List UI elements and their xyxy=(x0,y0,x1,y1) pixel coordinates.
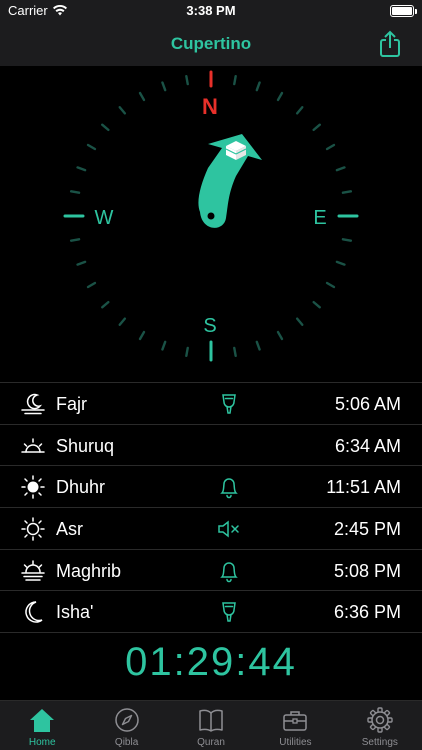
tab-quran[interactable]: Quran xyxy=(169,701,253,750)
bell-icon[interactable] xyxy=(218,475,240,499)
compass-dial: N S E W xyxy=(63,70,359,362)
compass-tick xyxy=(138,330,146,341)
compass-tick xyxy=(86,143,97,151)
tab-label: Utilities xyxy=(279,737,312,748)
prayer-name: Isha' xyxy=(56,602,94,623)
page-title: Cupertino xyxy=(170,34,252,53)
status-time: 3:38 PM xyxy=(186,3,236,18)
compass-tick xyxy=(76,166,87,172)
compass-tick xyxy=(276,91,284,102)
prayer-time: 6:34 AM xyxy=(334,435,401,456)
compass-tick xyxy=(138,91,146,102)
north-label: N xyxy=(202,94,218,119)
tab-label: Qibla xyxy=(114,737,139,748)
compass-tick xyxy=(325,143,336,151)
prayer-time: 2:45 PM xyxy=(333,519,401,540)
tab-utilities[interactable]: Utilities xyxy=(253,701,337,750)
tab-label: Home xyxy=(28,737,56,748)
east-label: E xyxy=(313,207,326,229)
sunset-icon xyxy=(20,558,46,584)
compass-tick xyxy=(101,123,110,132)
compass-tick xyxy=(101,300,110,309)
speaker-horn-icon[interactable] xyxy=(218,392,240,416)
nav-bar: Cupertino xyxy=(0,22,422,66)
compass-tick xyxy=(255,81,261,92)
gear-icon xyxy=(366,706,394,734)
compass-tick xyxy=(233,346,237,358)
prayer-row[interactable]: Asr 2:45 PM xyxy=(0,508,422,550)
prayer-name: Shuruq xyxy=(56,435,115,456)
mute-icon[interactable] xyxy=(216,517,242,541)
sunrise-low-icon xyxy=(20,391,46,417)
compass-tick xyxy=(233,74,237,86)
compass-tick xyxy=(161,340,167,351)
book-icon xyxy=(197,706,225,734)
tab-settings[interactable]: Settings xyxy=(338,701,422,750)
prayer-name: Maghrib xyxy=(56,560,122,581)
compass-tick xyxy=(341,190,353,194)
west-label: W xyxy=(95,207,114,229)
prayer-row[interactable]: Fajr 5:06 AM xyxy=(0,383,422,425)
compass-tick xyxy=(325,281,336,289)
sun-outline-icon xyxy=(20,516,46,542)
prayer-time: 5:08 PM xyxy=(333,560,401,581)
prayer-times-list: Fajr 5:06 AM Shuruq 6:34 AM Dhuhr 11:51 AM Asr… xyxy=(0,382,422,634)
compass-tick xyxy=(312,123,321,132)
tab-label: Quran xyxy=(197,737,225,748)
compass-tick xyxy=(76,260,87,266)
prayer-name: Fajr xyxy=(56,394,87,414)
compass-tick xyxy=(118,317,127,326)
south-label: S xyxy=(203,315,216,337)
bell-icon[interactable] xyxy=(218,559,240,583)
status-bar: Carrier 3:38 PM xyxy=(0,0,422,22)
tab-label: Settings xyxy=(361,737,398,748)
compass-tick xyxy=(185,346,189,358)
prayer-name: Asr xyxy=(56,519,83,540)
moon-icon xyxy=(20,599,46,625)
compass-tick xyxy=(335,260,346,266)
prayer-time: 11:51 AM xyxy=(326,477,401,498)
prayer-time: 5:06 AM xyxy=(334,394,401,414)
prayer-row[interactable]: Maghrib 5:08 PM xyxy=(0,550,422,592)
compass-tick xyxy=(276,330,284,341)
sun-icon xyxy=(20,474,46,500)
compass: N S E W xyxy=(0,66,422,382)
compass-tick xyxy=(69,190,81,194)
battery-icon xyxy=(390,5,417,17)
compass-tick xyxy=(118,106,127,115)
tab-home[interactable]: Home xyxy=(0,701,84,750)
compass-tick xyxy=(312,300,321,309)
compass-tick xyxy=(335,166,346,172)
compass-tick xyxy=(295,106,304,115)
speaker-horn-icon[interactable] xyxy=(218,600,240,624)
compass-tick xyxy=(69,238,81,242)
compass-tick xyxy=(86,281,97,289)
prayer-row[interactable]: Shuruq 6:34 AM xyxy=(0,425,422,467)
tab-bar: Home Qibla Quran Utilities Settings xyxy=(0,700,422,750)
share-icon[interactable] xyxy=(378,30,402,58)
prayer-name: Dhuhr xyxy=(56,477,106,498)
sunrise-icon xyxy=(20,433,46,459)
prayer-time: 6:36 PM xyxy=(333,602,401,623)
compass-tick xyxy=(185,74,189,86)
toolbox-icon xyxy=(281,706,309,734)
compass-icon xyxy=(113,706,141,734)
prayer-row[interactable]: Isha' 6:36 PM xyxy=(0,591,422,634)
compass-tick xyxy=(255,340,261,351)
compass-tick xyxy=(341,238,353,242)
tab-qibla[interactable]: Qibla xyxy=(84,701,168,750)
countdown-timer: 01:29:44 xyxy=(125,640,297,684)
compass-tick xyxy=(295,317,304,326)
home-icon xyxy=(28,706,56,734)
prayer-row[interactable]: Dhuhr 11:51 AM xyxy=(0,466,422,509)
compass-tick xyxy=(161,81,167,92)
